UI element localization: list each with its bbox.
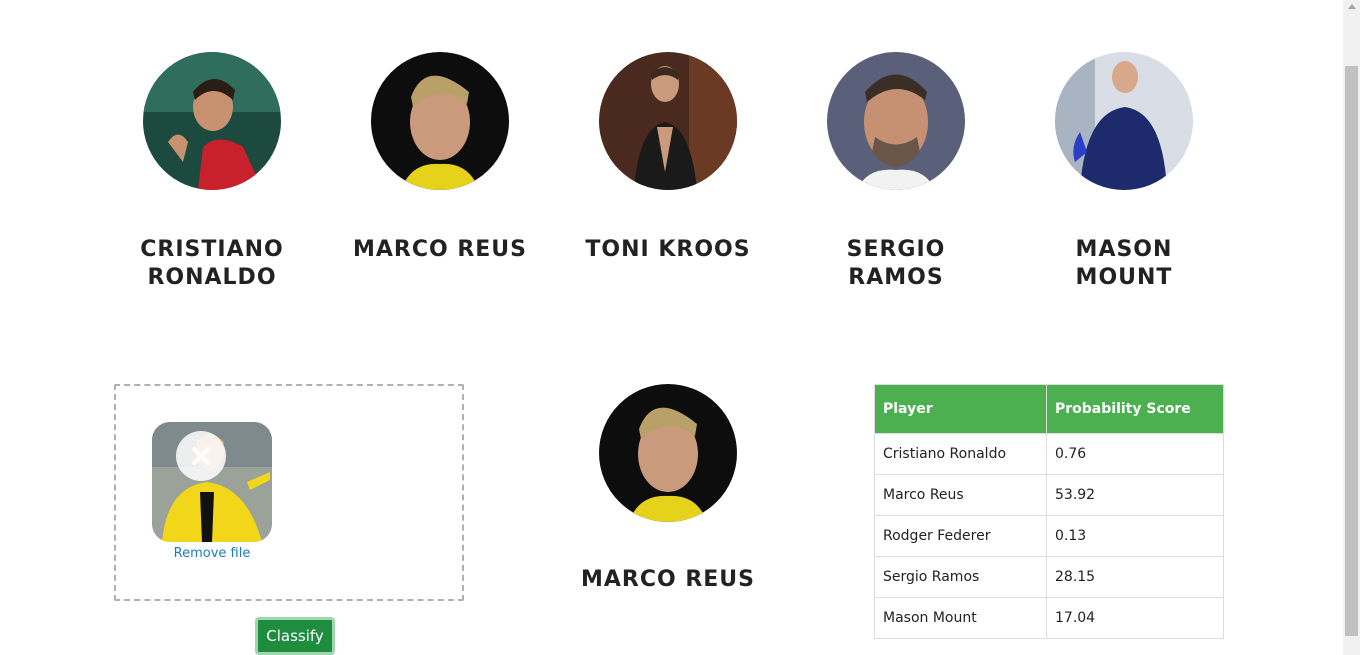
- table-row: Rodger Federer 0.13: [874, 515, 1224, 557]
- player-card-ramos: SERGIO RAMOS: [796, 52, 996, 292]
- table-row: Cristiano Ronaldo 0.76: [874, 433, 1224, 475]
- player-cell: Rodger Federer: [874, 515, 1047, 557]
- column-header-player: Player: [874, 384, 1047, 434]
- table-row: Marco Reus 53.92: [874, 474, 1224, 516]
- player-card-ronaldo: CRISTIANO RONALDO: [112, 52, 312, 292]
- result-player-name: MARCO REUS: [580, 567, 756, 592]
- player-cell: Mason Mount: [874, 597, 1047, 639]
- vertical-scrollbar[interactable]: [1343, 0, 1360, 655]
- player-name: SERGIO RAMOS: [846, 237, 946, 290]
- player-name: MASON MOUNT: [1075, 237, 1173, 290]
- score-cell: 17.04: [1046, 597, 1224, 639]
- close-icon: [192, 447, 210, 465]
- player-cell: Marco Reus: [874, 474, 1047, 516]
- player-name: TONI KROOS: [585, 237, 751, 262]
- column-header-score: Probability Score: [1046, 384, 1224, 434]
- player-name: CRISTIANO RONALDO: [140, 237, 284, 290]
- player-card-mount: MASON MOUNT: [1024, 52, 1224, 292]
- score-cell: 0.13: [1046, 515, 1224, 557]
- scrollbar-thumb[interactable]: [1345, 66, 1358, 636]
- score-cell: 28.15: [1046, 556, 1224, 598]
- file-dropzone[interactable]: Remove file: [114, 384, 464, 601]
- result-card: MARCO REUS: [568, 384, 768, 592]
- player-photo-kroos: [599, 52, 737, 190]
- player-photo-reus: [371, 52, 509, 190]
- table-row: Sergio Ramos 28.15: [874, 556, 1224, 598]
- player-photo-mount: [1055, 52, 1193, 190]
- probability-table: Player Probability Score Cristiano Ronal…: [874, 384, 1224, 639]
- table-header-row: Player Probability Score: [874, 384, 1224, 434]
- player-cell: Cristiano Ronaldo: [874, 433, 1047, 475]
- player-photo-ronaldo: [143, 52, 281, 190]
- score-cell: 0.76: [1046, 433, 1224, 475]
- score-cell: 53.92: [1046, 474, 1224, 516]
- remove-file-link[interactable]: Remove file: [152, 546, 272, 561]
- player-card-kroos: TONI KROOS: [568, 52, 768, 264]
- scroll-up-arrow-icon[interactable]: [1348, 4, 1356, 9]
- remove-preview-overlay[interactable]: [176, 431, 226, 481]
- result-player-photo: [599, 384, 737, 522]
- player-photo-ramos: [827, 52, 965, 190]
- table-row: Mason Mount 17.04: [874, 597, 1224, 639]
- player-card-reus: MARCO REUS: [340, 52, 540, 264]
- player-cell: Sergio Ramos: [874, 556, 1047, 598]
- player-name: MARCO REUS: [352, 237, 528, 262]
- classify-button[interactable]: Classify: [255, 617, 335, 655]
